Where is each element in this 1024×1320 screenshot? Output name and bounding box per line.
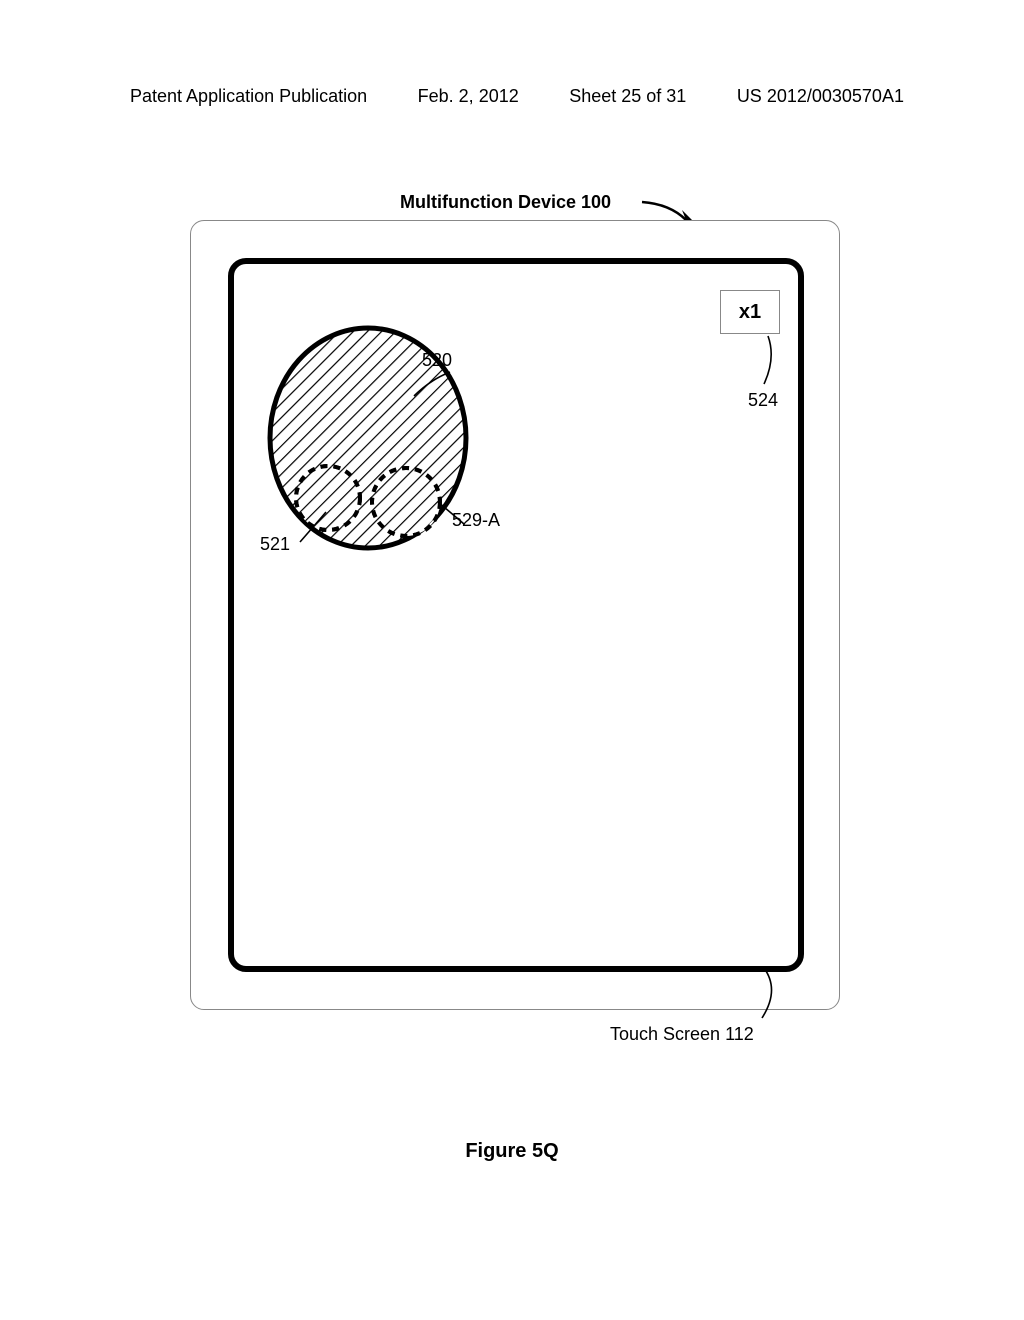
header-pubnum: US 2012/0030570A1: [737, 86, 904, 107]
page-header: Patent Application Publication Feb. 2, 2…: [0, 86, 1024, 107]
device-label: Multifunction Device 100: [400, 192, 611, 213]
page: Patent Application Publication Feb. 2, 2…: [0, 0, 1024, 1320]
zoom-indicator-box: x1: [720, 290, 780, 334]
ref-524: 524: [748, 390, 778, 411]
touchscreen-label: Touch Screen 112: [610, 1024, 754, 1045]
leader-520: [410, 370, 460, 400]
diagram-canvas: [228, 258, 804, 972]
header-publication-type: Patent Application Publication: [130, 86, 367, 107]
header-date: Feb. 2, 2012: [418, 86, 519, 107]
ref-521: 521: [260, 534, 290, 555]
ref-529a: 529-A: [452, 510, 500, 531]
figure-caption: Figure 5Q: [0, 1140, 1024, 1163]
ref-520: 520: [422, 350, 452, 371]
zoom-indicator-text: x1: [739, 301, 761, 324]
leader-touchscreen: [758, 966, 798, 1022]
leader-521: [296, 510, 336, 546]
leader-524: [758, 334, 788, 390]
header-sheet: Sheet 25 of 31: [569, 86, 686, 107]
